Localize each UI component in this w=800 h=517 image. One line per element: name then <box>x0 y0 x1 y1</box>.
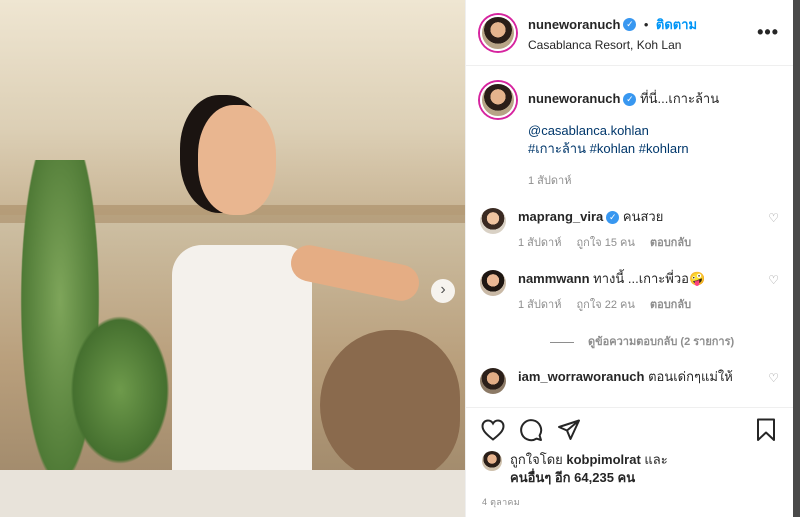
action-bar <box>466 407 793 451</box>
comment-body: iam_worraworanuch ตอนเด่กๆแม่ให้ <box>518 368 760 386</box>
save-button[interactable] <box>751 415 781 445</box>
comment-avatar[interactable] <box>480 270 506 296</box>
comments-list: nuneworanuch ✓ ที่นี่...เกาะล้าน @casabla… <box>466 66 793 407</box>
verified-icon: ✓ <box>623 17 637 31</box>
caption-username[interactable]: nuneworanuch <box>528 91 620 106</box>
author-username[interactable]: nuneworanuch <box>528 17 620 32</box>
comment-text: คนสวย <box>622 209 664 224</box>
post-photo: › <box>0 0 465 517</box>
comment-username[interactable]: nammwann <box>518 271 590 286</box>
comment-avatar[interactable] <box>480 368 506 394</box>
verified-icon: ✓ <box>606 211 620 225</box>
separator-dot: • <box>643 16 649 32</box>
comment-avatar[interactable] <box>480 208 506 234</box>
caption-avatar[interactable] <box>480 82 516 118</box>
reply-button[interactable]: ตอบกลับ <box>650 299 691 311</box>
verified-icon: ✓ <box>623 93 637 107</box>
background-edge <box>793 0 800 517</box>
photo-ledge <box>0 470 465 517</box>
photo-person-head <box>198 105 276 215</box>
post-sidebar: nuneworanuch ✓ • ติดตาม Casablanca Resort… <box>465 0 793 517</box>
reply-button[interactable]: ตอบกลับ <box>650 237 691 249</box>
comment-likes[interactable]: ถูกใจ 22 คน <box>577 299 635 311</box>
comment-time: 1 สัปดาห์ <box>518 237 562 249</box>
bookmark-icon <box>757 418 775 441</box>
likes-prefix: ถูกใจโดย <box>510 452 563 467</box>
caption-body: nuneworanuch ✓ ที่นี่...เกาะล้าน @casabla… <box>528 82 779 190</box>
comment-like-icon[interactable]: ♡ <box>768 273 779 287</box>
photo-person <box>150 105 423 517</box>
author-info: nuneworanuch ✓ • ติดตาม Casablanca Resort… <box>528 14 697 52</box>
more-options-icon[interactable]: ••• <box>757 22 779 43</box>
hashtag-link[interactable]: #kohlan <box>590 141 636 156</box>
comment-text: ทางนี้ ...เกาะพี่วอ🤪 <box>593 271 706 286</box>
post-header: nuneworanuch ✓ • ติดตาม Casablanca Resort… <box>466 0 793 66</box>
likes-count[interactable]: คนอื่นๆ อีก 64,235 คน <box>510 470 635 485</box>
likes-text: ถูกใจโดย kobpimolrat และ คนอื่นๆ อีก 64,… <box>510 451 668 487</box>
comment-body: nammwann ทางนี้ ...เกาะพี่วอ🤪 1 สัปดาห์ … <box>518 270 760 314</box>
comment-time: 1 สัปดาห์ <box>518 299 562 311</box>
next-photo-button[interactable]: › <box>431 279 455 303</box>
comment-button[interactable] <box>516 415 546 445</box>
comment-likes[interactable]: ถูกใจ 15 คน <box>577 237 635 249</box>
author-avatar[interactable] <box>480 14 516 51</box>
heart-icon <box>481 418 505 441</box>
comment-row: iam_worraworanuch ตอนเด่กๆแม่ให้ ♡ <box>480 368 779 394</box>
caption-time: 1 สัปดาห์ <box>528 175 572 187</box>
post-date[interactable]: 4 ตุลาคม <box>466 487 793 517</box>
like-button[interactable] <box>478 415 508 445</box>
comment-row: maprang_vira ✓ คนสวย 1 สัปดาห์ ถูกใจ 15 ค… <box>480 208 779 252</box>
share-button[interactable] <box>554 415 584 445</box>
comment-like-icon[interactable]: ♡ <box>768 211 779 225</box>
likes-and: และ <box>644 452 668 467</box>
comment-row: nammwann ทางนี้ ...เกาะพี่วอ🤪 1 สัปดาห์ … <box>480 270 779 314</box>
view-replies-button[interactable]: ดูข้อความตอบกลับ (2 รายการ) <box>550 332 779 350</box>
comment-body: maprang_vira ✓ คนสวย 1 สัปดาห์ ถูกใจ 15 ค… <box>518 208 760 252</box>
mention-link[interactable]: @casablanca.kohlan <box>528 123 649 138</box>
share-icon <box>558 419 580 440</box>
post-modal: › nuneworanuch ✓ • ติดตาม Casablanca Reso… <box>0 0 793 517</box>
comment-text: ตอนเด่กๆแม่ให้ <box>648 369 733 384</box>
likes-summary: ถูกใจโดย kobpimolrat และ คนอื่นๆ อีก 64,… <box>466 451 793 487</box>
caption-row: nuneworanuch ✓ ที่นี่...เกาะล้าน @casabla… <box>480 82 779 190</box>
caption-text: ที่นี่...เกาะล้าน <box>640 91 720 106</box>
comment-icon <box>520 418 543 441</box>
photo-person-dress <box>172 245 312 495</box>
follow-button[interactable]: ติดตาม <box>656 17 697 32</box>
location-link[interactable]: Casablanca Resort, Koh Lan <box>528 38 697 52</box>
liker-avatar[interactable] <box>482 451 502 471</box>
comment-username[interactable]: maprang_vira <box>518 209 603 224</box>
comment-like-icon[interactable]: ♡ <box>768 371 779 385</box>
comment-username[interactable]: iam_worraworanuch <box>518 369 644 384</box>
hashtag-link[interactable]: #kohlarn <box>639 141 689 156</box>
liker-username[interactable]: kobpimolrat <box>566 452 640 467</box>
hashtag-link[interactable]: #เกาะล้าน <box>528 141 586 156</box>
